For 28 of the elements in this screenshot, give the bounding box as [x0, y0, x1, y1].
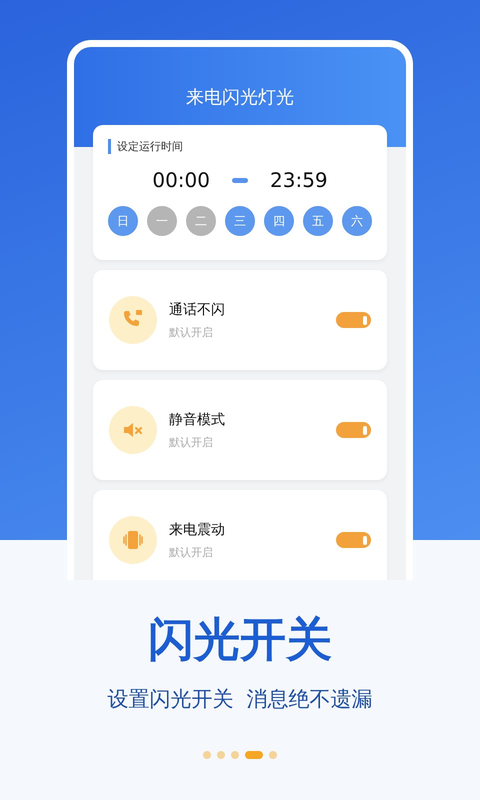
section-label: 设定运行时间 — [108, 139, 183, 154]
range-dash — [232, 178, 248, 182]
screen-title: 来电闪光灯光 — [186, 86, 294, 107]
setting-subtitle: 默认开启 — [169, 544, 213, 560]
weekday-toggle[interactable]: 四 — [264, 206, 294, 236]
toggle-switch[interactable] — [336, 532, 371, 548]
setting-subtitle: 默认开启 — [169, 324, 213, 340]
setting-title: 通话不闪 — [169, 300, 225, 318]
weekday-toggle[interactable]: 六 — [342, 206, 372, 236]
tagline: 设置闪光开关 消息绝不遗漏 — [107, 686, 373, 713]
toggle-switch[interactable] — [336, 312, 371, 328]
page-indicator-dot[interactable] — [269, 750, 277, 759]
toggle-switch[interactable] — [336, 422, 371, 438]
headline: 闪光开关 — [148, 614, 332, 665]
weekday-toggle[interactable]: 二 — [186, 206, 216, 236]
page-indicator-dot[interactable] — [231, 750, 239, 759]
weekday-toggle[interactable]: 一 — [147, 206, 177, 236]
setting-title: 来电震动 — [169, 520, 225, 538]
page-indicator-dot[interactable] — [217, 750, 225, 759]
page-indicator-dot[interactable] — [203, 750, 211, 759]
setting-title: 静音模式 — [169, 410, 225, 428]
weekday-toggle[interactable]: 三 — [225, 206, 255, 236]
weekday-toggle[interactable]: 五 — [303, 206, 333, 236]
start-time[interactable]: 00:00 — [152, 168, 210, 192]
setting-subtitle: 默认开启 — [169, 434, 213, 450]
weekday-toggle[interactable]: 日 — [108, 206, 138, 236]
vibrating-phone-icon — [121, 528, 145, 552]
end-time[interactable]: 23:59 — [270, 168, 328, 192]
